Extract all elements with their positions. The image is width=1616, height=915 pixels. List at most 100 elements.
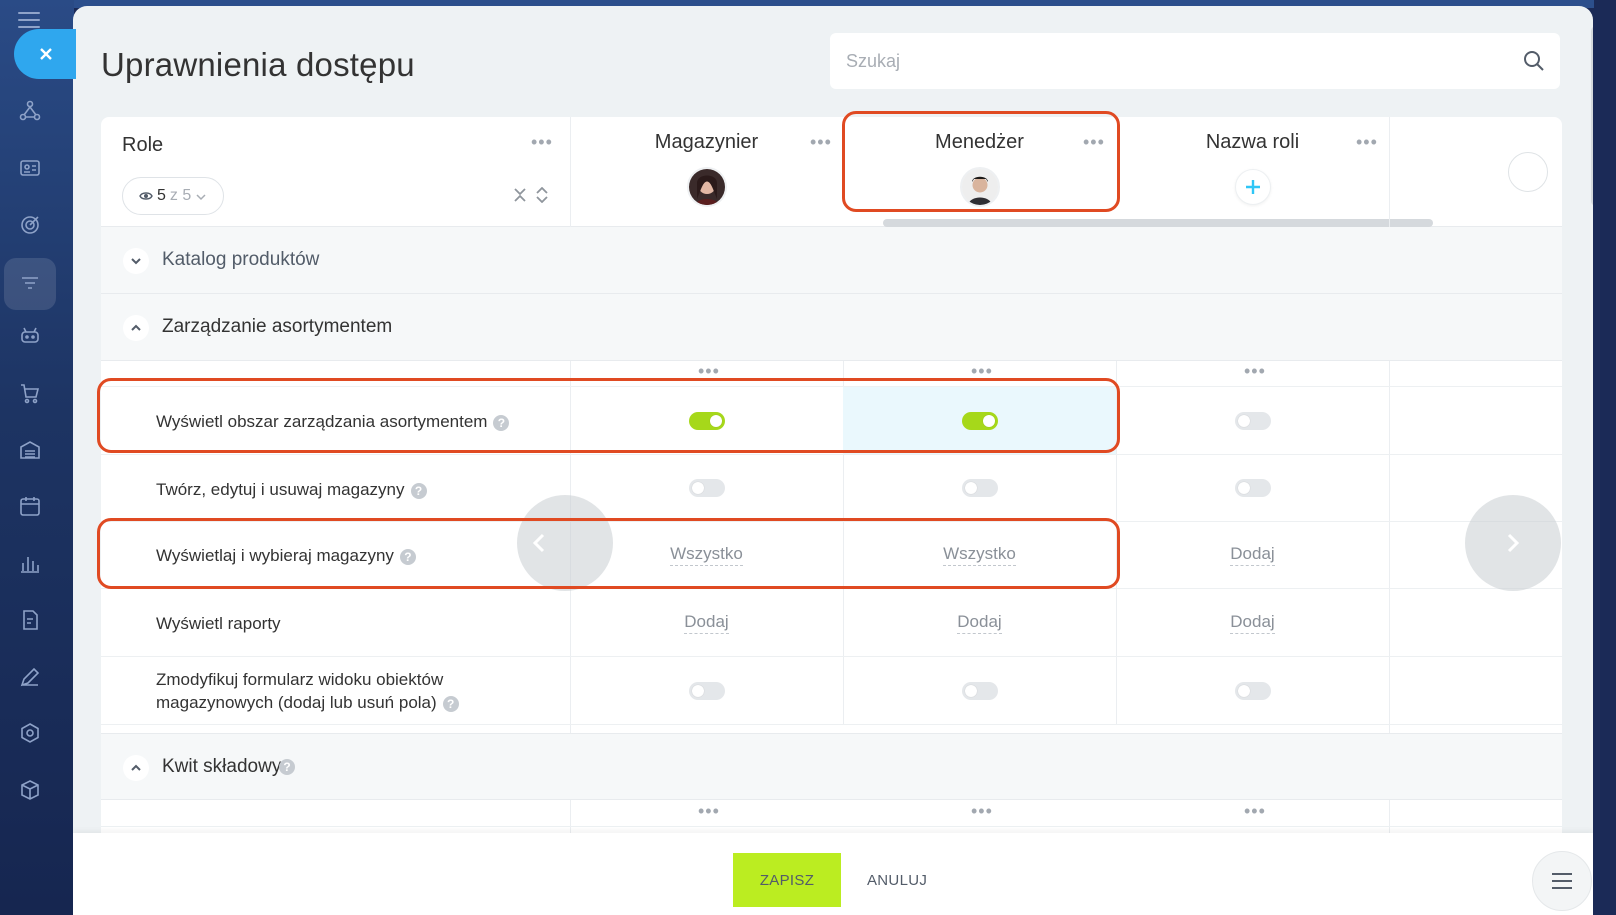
save-button[interactable]: ZAPISZ: [733, 853, 841, 907]
chevron-up-icon[interactable]: [123, 315, 149, 341]
permission-cell: [1116, 387, 1389, 454]
help-icon[interactable]: ?: [410, 482, 427, 499]
avatar[interactable]: [686, 167, 727, 207]
next-column-handle[interactable]: [1508, 152, 1548, 192]
target-icon[interactable]: [16, 212, 44, 238]
permission-cell: [570, 455, 843, 521]
page-title: Uprawnienia dostępu: [101, 46, 415, 83]
permission-toggle[interactable]: [688, 411, 725, 430]
permission-toggle[interactable]: [961, 479, 998, 497]
role-column-magazynier[interactable]: Magazynier •••: [570, 117, 843, 227]
permission-toggle[interactable]: [688, 681, 725, 700]
permission-toggle[interactable]: [688, 479, 725, 497]
contact-card-icon[interactable]: [16, 155, 44, 181]
permission-toggle[interactable]: [1234, 411, 1271, 430]
permission-toggle[interactable]: [1234, 479, 1271, 497]
more-icon[interactable]: •••: [1244, 802, 1266, 820]
permission-label: Wyświetl obszar zarządzania asortymentem…: [156, 410, 510, 433]
permission-cell: Dodaj: [1116, 522, 1389, 588]
section-title: Kwit składowy: [162, 756, 282, 777]
hexagon-icon[interactable]: [16, 720, 44, 746]
permission-label-line: Zmodyfikuj formularz widoku obiektów: [156, 670, 444, 689]
section-title: Katalog produktów: [162, 249, 320, 270]
vertical-scrollbar[interactable]: [1591, 26, 1593, 206]
permission-label: Twórz, edytuj i usuwaj magazyny?: [156, 478, 427, 501]
warehouse-icon[interactable]: [16, 437, 44, 463]
list-menu-button[interactable]: [1532, 851, 1592, 911]
permission-toggle[interactable]: [961, 681, 998, 700]
add-role-button[interactable]: [1234, 169, 1271, 205]
section-kwit-skladowy[interactable]: Kwit składowy ?: [101, 733, 1562, 800]
access-rights-panel: Uprawnienia dostępu Role ••• 5 z 5: [73, 6, 1593, 915]
search-input[interactable]: [830, 33, 1560, 89]
expand-collapse-controls: [513, 187, 549, 203]
more-icon[interactable]: •••: [698, 362, 720, 380]
more-icon[interactable]: •••: [810, 133, 832, 151]
document-edit-icon[interactable]: [16, 607, 44, 633]
more-icon[interactable]: •••: [971, 362, 993, 380]
flow-icon[interactable]: [16, 98, 44, 124]
role-column-nazwa-roli[interactable]: Nazwa roli •••: [1116, 117, 1389, 227]
expand-all-icon[interactable]: [535, 187, 549, 203]
role-name: Nazwa roli: [1205, 131, 1300, 153]
permission-label: Zmodyfikuj formularz widoku obiektów mag…: [156, 668, 459, 714]
avatar[interactable]: [959, 167, 1000, 207]
permission-cell: Dodaj: [1116, 589, 1389, 656]
pen-icon[interactable]: [16, 664, 44, 690]
cancel-button[interactable]: ANULUJ: [859, 853, 935, 907]
box-icon[interactable]: [16, 777, 44, 803]
visible-total: z 5: [169, 187, 192, 204]
help-icon[interactable]: ?: [442, 695, 459, 712]
footer-bar: ZAPISZ ANULUJ: [73, 833, 1593, 915]
permission-value-link[interactable]: Dodaj: [1230, 544, 1275, 566]
permission-cell: Dodaj: [843, 589, 1116, 656]
search-icon[interactable]: [1522, 49, 1546, 73]
chevron-up-icon[interactable]: [123, 755, 149, 781]
robot-icon[interactable]: [16, 322, 44, 348]
collapse-all-icon[interactable]: [513, 187, 527, 203]
permission-cell: [570, 657, 843, 724]
role-name: Menedżer: [935, 131, 1024, 153]
more-icon[interactable]: •••: [531, 133, 553, 151]
help-icon[interactable]: ?: [399, 548, 416, 565]
roles-header-row: Role ••• 5 z 5 Magazynier ••• Menedżer •…: [101, 117, 1562, 227]
permission-value-link[interactable]: Wszystko: [670, 544, 743, 566]
permission-value-link[interactable]: Wszystko: [943, 544, 1016, 566]
permissions-table: Role ••• 5 z 5 Magazynier ••• Menedżer •…: [101, 117, 1562, 837]
help-icon[interactable]: ?: [493, 414, 510, 431]
eye-icon: [139, 189, 153, 203]
permission-cell: [1116, 455, 1389, 521]
role-name: Magazynier: [654, 131, 759, 153]
permission-toggle[interactable]: [1234, 681, 1271, 700]
permission-value-link[interactable]: Dodaj: [684, 612, 729, 634]
help-icon[interactable]: ?: [279, 759, 295, 775]
funnel-icon[interactable]: [4, 258, 56, 310]
more-icon[interactable]: •••: [1244, 362, 1266, 380]
permission-row: Wyświetl raporty Dodaj Dodaj Dodaj: [101, 589, 1562, 657]
section-katalog-produktow[interactable]: Katalog produktów: [101, 227, 1562, 294]
section-zarzadzanie-asortymentem[interactable]: Zarządzanie asortymentem: [101, 294, 1562, 361]
permission-toggle[interactable]: [961, 411, 998, 430]
more-icon[interactable]: •••: [698, 802, 720, 820]
scroll-right-button[interactable]: [1465, 495, 1561, 591]
calendar-icon[interactable]: [16, 493, 44, 519]
permission-label-text: Twórz, edytuj i usuwaj magazyny: [156, 480, 405, 499]
section-title: Zarządzanie asortymentem: [162, 316, 393, 337]
scroll-left-button[interactable]: [517, 495, 613, 591]
more-icon[interactable]: •••: [971, 802, 993, 820]
chevron-down-icon[interactable]: [123, 248, 149, 274]
close-panel-button[interactable]: [14, 29, 76, 79]
cart-icon[interactable]: [16, 380, 44, 406]
visible-roles-selector[interactable]: 5 z 5: [122, 177, 224, 215]
more-icon[interactable]: •••: [1083, 133, 1105, 151]
permission-value-link[interactable]: Dodaj: [957, 612, 1002, 634]
permission-cell: [843, 657, 1116, 724]
horizontal-scrollbar[interactable]: [883, 219, 1433, 227]
chevron-down-icon: [195, 190, 207, 202]
role-column-menedzer[interactable]: Menedżer •••: [843, 117, 1116, 227]
visible-count: 5: [157, 187, 166, 204]
more-icon[interactable]: •••: [1356, 133, 1378, 151]
permission-value-link[interactable]: Dodaj: [1230, 612, 1275, 634]
permission-cell: [843, 387, 1116, 454]
bar-chart-icon[interactable]: [16, 550, 44, 576]
